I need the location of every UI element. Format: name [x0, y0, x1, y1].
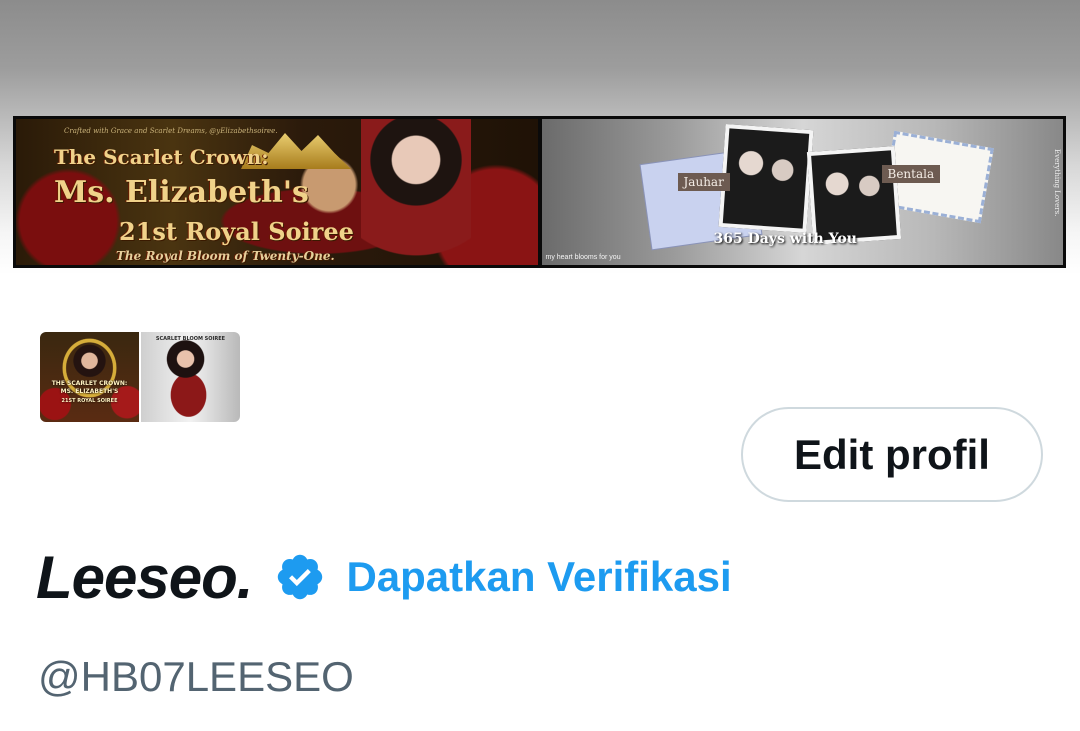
banner-name-tag: Bentala [881, 165, 941, 183]
avatar-left-image: THE SCARLET CROWN: MS. ELIZABETH'S 21ST … [40, 332, 139, 422]
avatar-text: THE SCARLET CROWN: [51, 380, 128, 387]
banner-left-panel: Crafted with Grace and Scarlet Dreams, @… [16, 119, 538, 265]
avatar-text: MS. ELIZABETH'S [60, 388, 119, 395]
avatar[interactable]: THE SCARLET CROWN: MS. ELIZABETH'S 21ST … [40, 332, 240, 422]
banner-title-line2: Ms. Elizabeth's [54, 175, 309, 210]
get-verified-link[interactable]: Dapatkan Verifikasi [346, 553, 731, 601]
banner-right-panel: Jauhar Bentala 365 Days with You my hear… [541, 119, 1063, 265]
banner-name-tag: Jauhar [677, 173, 730, 191]
banner-portrait [361, 119, 471, 265]
avatar-text: 21ST ROYAL SOIREE [61, 398, 118, 404]
display-name: Leeseo. [36, 543, 253, 611]
banner-right-title: 365 Days with You [713, 231, 857, 247]
banner-subtitle: The Royal Bloom of Twenty-One. [116, 249, 335, 263]
profile-banner[interactable]: Crafted with Grace and Scarlet Dreams, @… [13, 116, 1066, 268]
name-row: Leeseo. Dapatkan Verifikasi [36, 542, 732, 612]
banner-title-line3: 21st Royal Soiree [119, 217, 354, 246]
banner-side-caption: Everything Lovers. [1053, 149, 1061, 217]
banner-credit: Crafted with Grace and Scarlet Dreams, @… [64, 127, 278, 135]
edit-profile-button[interactable]: Edit profil [741, 407, 1043, 502]
banner-title-line1: The Scarlet Crown: [54, 145, 269, 169]
verified-badge-icon[interactable] [274, 551, 326, 603]
user-handle: @HB07LEESEO [38, 653, 354, 700]
banner-photo [718, 124, 813, 233]
avatar-right-image: SCARLET BLOOM SOIREE [141, 332, 240, 422]
banner-small-caption: my heart blooms for you [545, 254, 621, 261]
avatar-text: SCARLET BLOOM SOIREE [155, 336, 226, 342]
profile-page: Crafted with Grace and Scarlet Dreams, @… [0, 0, 1080, 731]
